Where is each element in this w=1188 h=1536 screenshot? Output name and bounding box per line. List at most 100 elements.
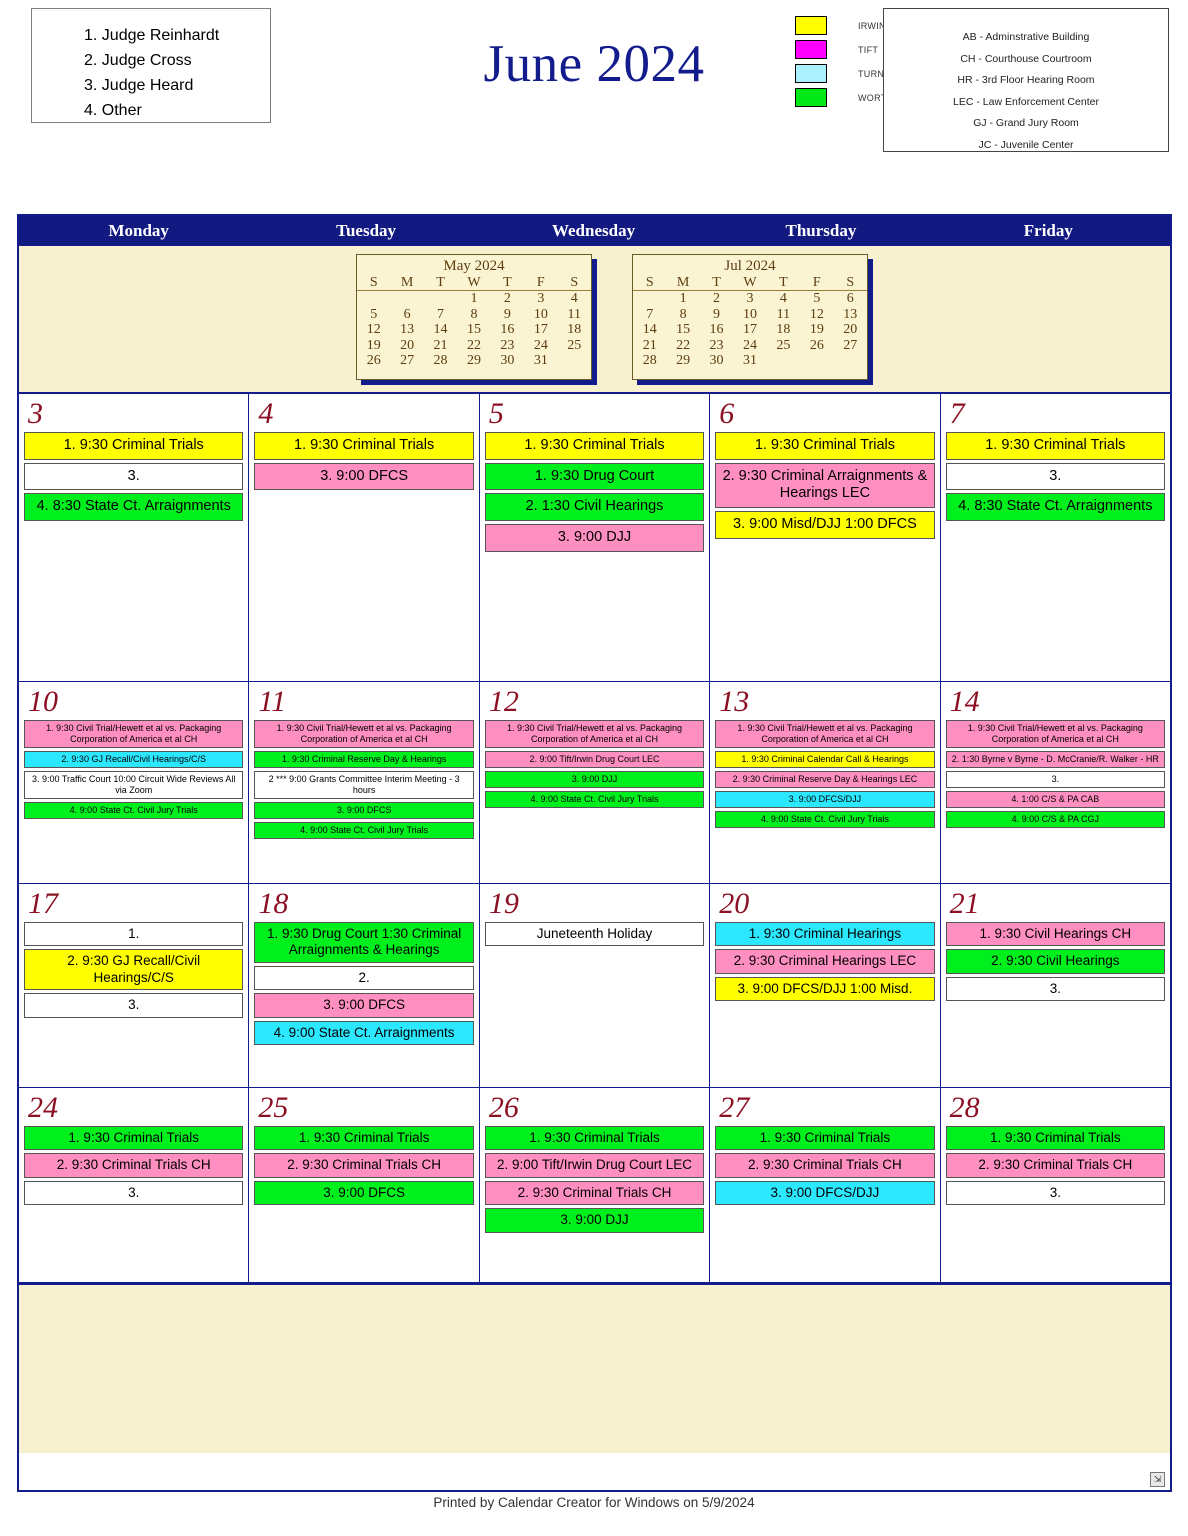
day-cell-12[interactable]: 12 1. 9:30 Civil Trial/Hewett et al vs. P…: [480, 682, 711, 883]
calendar-event[interactable]: Juneteenth Holiday: [484, 922, 705, 947]
calendar-event[interactable]: 2. 1:30 Byrne v Byrne - D. McCranie/R. W…: [945, 750, 1166, 768]
calendar-event[interactable]: 1. 9:30 Criminal Trials: [945, 1126, 1166, 1151]
calendar-event[interactable]: 1. 9:30 Criminal Trials: [24, 432, 244, 460]
day-cell-28[interactable]: 28 1. 9:30 Criminal Trials 2. 9:30 Crimina…: [941, 1088, 1170, 1282]
calendar-event[interactable]: 4. 8:30 State Ct. Arraignments: [24, 493, 244, 522]
color-swatch-tift: [795, 40, 827, 59]
mini-day: 14: [642, 322, 657, 337]
day-number: 5: [488, 397, 504, 430]
mini-day: 28: [433, 353, 448, 368]
calendar-event[interactable]: 3. 9:00 Traffic Court 10:00 Circuit Wide…: [24, 770, 244, 799]
day-cell-4[interactable]: 4 1. 9:30 Criminal Trials 3. 9:00 DFCS: [249, 394, 480, 681]
calendar-event[interactable]: 4. 1:00 C/S & PA CAB: [945, 790, 1166, 808]
calendar-event[interactable]: 1. 9:30 Civil Hearings CH: [945, 922, 1166, 947]
calendar-event[interactable]: 2. 9:00 Tift/Irwin Drug Court LEC: [484, 1153, 705, 1178]
calendar-event[interactable]: 4. 9:00 State Ct. Civil Jury Trials: [24, 801, 244, 819]
calendar-event[interactable]: 1. 9:30 Criminal Trials: [945, 432, 1166, 460]
day-cell-21[interactable]: 21 1. 9:30 Civil Hearings CH 2. 9:30 Civil…: [941, 884, 1170, 1087]
calendar-event[interactable]: 2. 9:30 Criminal Reserve Day & Hearings …: [715, 770, 935, 788]
calendar-event[interactable]: 1. 9:30 Civil Trial/Hewett et al vs. Pac…: [254, 720, 474, 748]
calendar-event[interactable]: 1. 9:30 Criminal Trials: [715, 1126, 935, 1151]
day-cell-27[interactable]: 27 1. 9:30 Criminal Trials 2. 9:30 Crimina…: [710, 1088, 941, 1282]
calendar-event[interactable]: 1. 9:30 Criminal Reserve Day & Hearings: [254, 750, 474, 768]
calendar-event[interactable]: 3.: [945, 770, 1166, 788]
color-swatch-worth: [795, 88, 827, 107]
calendar-event[interactable]: 3. 9:00 DFCS/DJJ: [715, 1180, 935, 1206]
calendar-event[interactable]: 1.: [24, 922, 244, 947]
mini-day: 4: [570, 291, 578, 306]
calendar-event[interactable]: 3.: [24, 993, 244, 1018]
calendar-event[interactable]: 1. 9:30 Civil Trial/Hewett et al vs. Pac…: [945, 720, 1166, 748]
day-cell-18[interactable]: 18 1. 9:30 Drug Court 1:30 Criminal Arrai…: [249, 884, 480, 1087]
calendar-event[interactable]: 4. 8:30 State Ct. Arraignments: [945, 493, 1166, 522]
calendar-event[interactable]: 2. 9:30 Criminal Hearings LEC: [715, 949, 935, 974]
calendar-event[interactable]: 2. 1:30 Civil Hearings: [484, 493, 705, 522]
day-cell-6[interactable]: 6 1. 9:30 Criminal Trials 2. 9:30 Criminal…: [710, 394, 941, 681]
calendar-event[interactable]: 3. 9:00 DJJ: [484, 770, 705, 788]
day-cell-7[interactable]: 7 1. 9:30 Criminal Trials 3. 4. 8:30 State …: [941, 394, 1170, 681]
calendar-event[interactable]: 1. 9:30 Drug Court 1:30 Criminal Arraign…: [254, 922, 474, 963]
calendar-event[interactable]: 2 *** 9:00 Grants Committee Interim Meet…: [254, 770, 474, 799]
day-cell-24[interactable]: 24 1. 9:30 Criminal Trials 2. 9:30 Crimina…: [19, 1088, 250, 1282]
calendar-event[interactable]: 1. 9:30 Criminal Trials: [484, 1126, 705, 1151]
day-cell-14[interactable]: 14 1. 9:30 Civil Trial/Hewett et al vs. P…: [941, 682, 1170, 883]
day-number: 6: [719, 397, 735, 430]
mini-calendar-july: Jul 2024 S M T W T F S 1 2 3 4 5 6 7 8 9…: [632, 254, 868, 380]
calendar-event[interactable]: 3.: [945, 462, 1166, 491]
calendar-event[interactable]: 3. 9:00 DFCS/DJJ: [715, 790, 935, 808]
calendar-event[interactable]: 1. 9:30 Criminal Trials: [254, 432, 474, 460]
calendar-event[interactable]: 1. 9:30 Criminal Trials: [715, 432, 935, 460]
calendar-event[interactable]: 3.: [945, 1180, 1166, 1206]
resize-handle-icon[interactable]: ⇲: [1150, 1472, 1165, 1487]
calendar-event[interactable]: 4. 9:00 State Ct. Civil Jury Trials: [484, 790, 705, 808]
day-cell-10[interactable]: 10 1. 9:30 Civil Trial/Hewett et al vs. P…: [19, 682, 250, 883]
calendar-event[interactable]: 3. 9:00 Misd/DJJ 1:00 DFCS: [715, 511, 935, 539]
calendar-event[interactable]: 1. 9:30 Civil Trial/Hewett et al vs. Pac…: [484, 720, 705, 748]
calendar-event[interactable]: 4. 9:00 C/S & PA CGJ: [945, 810, 1166, 828]
day-cell-25[interactable]: 25 1. 9:30 Criminal Trials 2. 9:30 Crimina…: [249, 1088, 480, 1282]
calendar-event[interactable]: 3. 9:00 DJJ: [484, 524, 705, 552]
calendar-event[interactable]: 2. 9:30 GJ Recall/Civil Hearings/C/S: [24, 949, 244, 991]
mini-week-row: 14 15 16 17 18 19 20: [633, 322, 867, 338]
day-cell-19[interactable]: 19 Juneteenth Holiday: [480, 884, 711, 1087]
calendar-event[interactable]: 2. 9:30 GJ Recall/Civil Hearings/C/S: [24, 750, 244, 768]
calendar-event[interactable]: 1. 9:30 Criminal Trials: [254, 1126, 474, 1151]
calendar-event[interactable]: 3. 9:00 DFCS: [254, 801, 474, 819]
calendar-event[interactable]: 2. 9:30 Criminal Trials CH: [484, 1180, 705, 1206]
calendar-event[interactable]: 1. 9:30 Criminal Trials: [24, 1126, 244, 1151]
calendar-event[interactable]: 2. 9:30 Criminal Trials CH: [945, 1153, 1166, 1178]
day-cell-5[interactable]: 5 1. 9:30 Criminal Trials 1. 9:30 Drug Cou…: [480, 394, 711, 681]
day-cell-11[interactable]: 11 1. 9:30 Civil Trial/Hewett et al vs. P…: [249, 682, 480, 883]
calendar-event[interactable]: 3. 9:00 DFCS: [254, 993, 474, 1018]
calendar-event[interactable]: 3.: [945, 976, 1166, 1002]
calendar-event[interactable]: 2. 9:00 Tift/Irwin Drug Court LEC: [484, 750, 705, 768]
calendar-event[interactable]: 1. 9:30 Criminal Hearings: [715, 922, 935, 947]
day-cell-20[interactable]: 20 1. 9:30 Criminal Hearings 2. 9:30 Crimi…: [710, 884, 941, 1087]
calendar-event[interactable]: 4. 9:00 State Ct. Arraignments: [254, 1020, 474, 1046]
calendar-event[interactable]: 3. 9:00 DFCS: [254, 462, 474, 491]
calendar-event[interactable]: 1. 9:30 Criminal Trials: [484, 432, 705, 460]
calendar-event[interactable]: 4. 9:00 State Ct. Civil Jury Trials: [254, 821, 474, 839]
calendar-event[interactable]: 2. 9:30 Civil Hearings: [945, 949, 1166, 974]
day-cell-3[interactable]: 3 1. 9:30 Criminal Trials 3. 4. 8:30 State …: [19, 394, 250, 681]
calendar-event[interactable]: 2. 9:30 Criminal Trials CH: [254, 1153, 474, 1178]
day-header-friday: Friday: [1023, 220, 1073, 240]
calendar-event[interactable]: 1. 9:30 Drug Court: [484, 462, 705, 491]
calendar-event[interactable]: 3.: [24, 1180, 244, 1206]
calendar-event[interactable]: 3. 9:00 DFCS/DJJ 1:00 Misd.: [715, 976, 935, 1002]
calendar-event[interactable]: 1. 9:30 Civil Trial/Hewett et al vs. Pac…: [715, 720, 935, 748]
calendar-event[interactable]: 2. 9:30 Criminal Trials CH: [24, 1153, 244, 1178]
calendar-event[interactable]: 3. 9:00 DJJ: [484, 1208, 705, 1233]
calendar-event[interactable]: 2. 9:30 Criminal Trials CH: [715, 1153, 935, 1178]
calendar-event[interactable]: 4. 9:00 State Ct. Civil Jury Trials: [715, 810, 935, 828]
calendar-event[interactable]: 2.: [254, 965, 474, 991]
calendar-event[interactable]: 3.: [24, 462, 244, 491]
calendar-event[interactable]: 1. 9:30 Civil Trial/Hewett et al vs. Pac…: [24, 720, 244, 748]
calendar-event[interactable]: 2. 9:30 Criminal Arraignments & Hearings…: [715, 462, 935, 509]
day-cell-13[interactable]: 13 1. 9:30 Civil Trial/Hewett et al vs. P…: [710, 682, 941, 883]
day-cell-17[interactable]: 17 1. 2. 9:30 GJ Recall/Civil Hearings/C/S…: [19, 884, 250, 1087]
calendar-event[interactable]: 1. 9:30 Criminal Calendar Call & Hearing…: [715, 750, 935, 768]
calendar-event[interactable]: 3. 9:00 DFCS: [254, 1180, 474, 1206]
day-cell-26[interactable]: 26 1. 9:30 Criminal Trials 2. 9:00 Tift/Ir…: [480, 1088, 711, 1282]
event-list: 1. 2. 9:30 GJ Recall/Civil Hearings/C/S 3.: [24, 922, 244, 1018]
